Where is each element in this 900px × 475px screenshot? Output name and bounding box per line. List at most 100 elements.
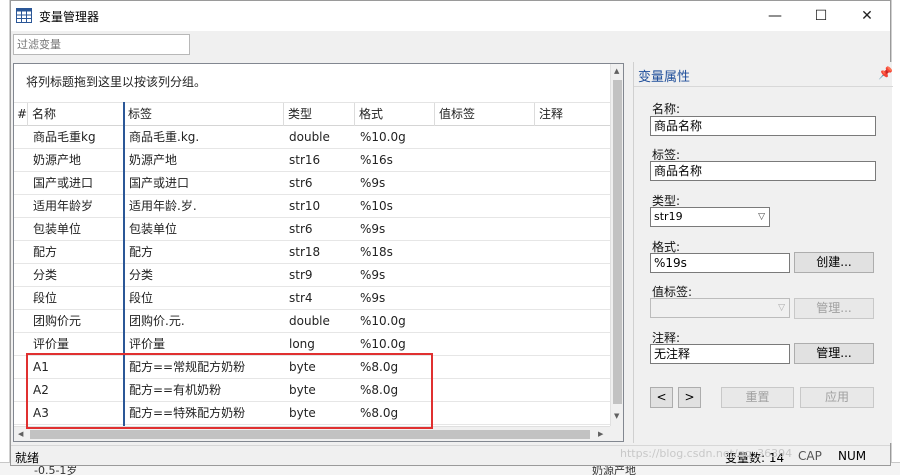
- cell-type: str18: [289, 245, 321, 259]
- cell-label: 国产或进口: [129, 176, 190, 190]
- filter-variables-input[interactable]: [13, 34, 190, 55]
- cell-type: str4: [289, 291, 313, 305]
- manage-notes-button[interactable]: 管理...: [794, 343, 874, 364]
- next-variable-button[interactable]: >: [678, 387, 701, 408]
- window-title: 变量管理器: [39, 10, 100, 24]
- table-row[interactable]: 适用年龄岁 适用年龄.岁. str10 %10s: [14, 195, 610, 218]
- cell-format: %16s: [360, 153, 393, 167]
- column-header-num[interactable]: #: [14, 103, 28, 126]
- name-field[interactable]: 商品名称: [650, 116, 876, 136]
- create-format-button[interactable]: 创建...: [794, 252, 874, 273]
- cell-name: 配方: [33, 245, 58, 259]
- title-bar[interactable]: 变量管理器 — ☐ ✕: [11, 1, 890, 31]
- type-select[interactable]: str19 ▽: [650, 207, 770, 227]
- maximize-button[interactable]: ☐: [798, 1, 844, 31]
- cell-name: 商品毛重kg: [33, 130, 96, 144]
- scroll-left-icon[interactable]: ◀: [18, 430, 23, 438]
- cell-label: 配方: [129, 245, 154, 259]
- table-row[interactable]: 团购价元 团购价.元. double %10.0g: [14, 310, 610, 333]
- cell-type: str6: [289, 222, 313, 236]
- cell-name: 适用年龄岁: [33, 199, 94, 213]
- column-header-value-label[interactable]: 值标签: [435, 103, 535, 126]
- cell-format: %9s: [360, 268, 386, 282]
- table-row[interactable]: 奶源产地 奶源产地 str16 %16s: [14, 149, 610, 172]
- cell-label: 包装单位: [129, 222, 178, 236]
- table-row[interactable]: 包装单位 包装单位 str6 %9s: [14, 218, 610, 241]
- name-field-label: 名称:: [652, 102, 681, 116]
- grid-header-row: # 名称 标签 类型 格式 值标签 注释: [14, 102, 610, 126]
- row-selector[interactable]: [14, 126, 28, 148]
- row-selector[interactable]: [14, 287, 28, 309]
- caps-lock-indicator: CAP: [798, 449, 822, 463]
- row-selector[interactable]: [14, 218, 28, 240]
- column-header-notes[interactable]: 注释: [535, 103, 610, 126]
- cell-label: 奶源产地: [129, 153, 178, 167]
- group-by-hint: 将列标题拖到这里以按该列分组。: [26, 75, 207, 89]
- cell-type: double: [289, 130, 330, 144]
- table-row[interactable]: 分类 分类 str9 %9s: [14, 264, 610, 287]
- cell-name: 奶源产地: [33, 153, 82, 167]
- cell-type: str9: [289, 268, 313, 282]
- highlight-box: [26, 353, 433, 429]
- vertical-scroll-thumb[interactable]: [613, 80, 622, 404]
- cell-name: 团购价元: [33, 314, 82, 328]
- column-header-label[interactable]: 标签: [124, 103, 284, 126]
- cell-label: 商品毛重.kg.: [129, 130, 200, 144]
- watermark-text: https://blog.csdn.net/qq_36394: [620, 447, 793, 460]
- cell-name: 段位: [33, 291, 58, 305]
- chevron-down-icon: ▽: [758, 212, 765, 222]
- variable-manager-window: 变量管理器 — ☐ ✕ 将列标题拖到这里以按该列分组。 # 名称 标签 类型 格…: [10, 0, 893, 466]
- value-label-select[interactable]: ▽: [650, 298, 790, 318]
- status-text: 就绪: [15, 451, 40, 465]
- minimize-button[interactable]: —: [752, 1, 798, 31]
- row-selector[interactable]: [14, 333, 28, 355]
- close-button[interactable]: ✕: [844, 1, 890, 31]
- scroll-right-icon[interactable]: ▶: [598, 430, 603, 438]
- reset-button[interactable]: 重置: [721, 387, 794, 408]
- table-row[interactable]: 配方 配方 str18 %18s: [14, 241, 610, 264]
- cell-name: 包装单位: [33, 222, 82, 236]
- row-selector[interactable]: [14, 241, 28, 263]
- cell-type: long: [289, 337, 315, 351]
- previous-variable-button[interactable]: <: [650, 387, 673, 408]
- variable-properties-panel: 变量属性 📌 名称: 商品名称 标签: 商品名称 类型: str19 ▽ 格式:…: [633, 62, 893, 443]
- horizontal-scroll-thumb[interactable]: [30, 430, 590, 439]
- column-header-name[interactable]: 名称: [28, 103, 124, 126]
- row-selector[interactable]: [14, 195, 28, 217]
- cell-format: %9s: [360, 291, 386, 305]
- label-field[interactable]: 商品名称: [650, 161, 876, 181]
- cell-name: 评价量: [33, 337, 70, 351]
- cell-name: 国产或进口: [33, 176, 94, 190]
- table-row[interactable]: 段位 段位 str4 %9s: [14, 287, 610, 310]
- cell-format: %10.0g: [360, 130, 406, 144]
- format-field[interactable]: %19s: [650, 253, 790, 273]
- pin-icon[interactable]: 📌: [878, 66, 893, 80]
- vertical-scrollbar[interactable]: ▲ ▼: [610, 64, 623, 426]
- row-selector[interactable]: [14, 172, 28, 194]
- cell-label: 团购价.元.: [129, 314, 185, 328]
- column-header-format[interactable]: 格式: [355, 103, 435, 126]
- cell-format: %9s: [360, 222, 386, 236]
- cell-format: %10.0g: [360, 337, 406, 351]
- apply-button[interactable]: 应用: [800, 387, 874, 408]
- cell-type: str6: [289, 176, 313, 190]
- row-selector[interactable]: [14, 149, 28, 171]
- type-select-value: str19: [654, 210, 683, 223]
- cell-format: %18s: [360, 245, 393, 259]
- notes-field[interactable]: 无注释: [650, 344, 790, 364]
- divider: [634, 86, 893, 87]
- row-selector[interactable]: [14, 264, 28, 286]
- cell-format: %10.0g: [360, 314, 406, 328]
- cell-type: double: [289, 314, 330, 328]
- scroll-up-icon[interactable]: ▲: [614, 67, 619, 75]
- cell-label: 分类: [129, 268, 154, 282]
- chevron-down-icon: ▽: [778, 303, 785, 313]
- table-row[interactable]: 国产或进口 国产或进口 str6 %9s: [14, 172, 610, 195]
- scroll-down-icon[interactable]: ▼: [614, 412, 619, 420]
- cell-type: str16: [289, 153, 321, 167]
- table-row[interactable]: 商品毛重kg 商品毛重.kg. double %10.0g: [14, 126, 610, 149]
- manage-value-labels-button[interactable]: 管理...: [794, 298, 874, 319]
- row-selector[interactable]: [14, 310, 28, 332]
- column-header-type[interactable]: 类型: [284, 103, 355, 126]
- cell-format: %9s: [360, 176, 386, 190]
